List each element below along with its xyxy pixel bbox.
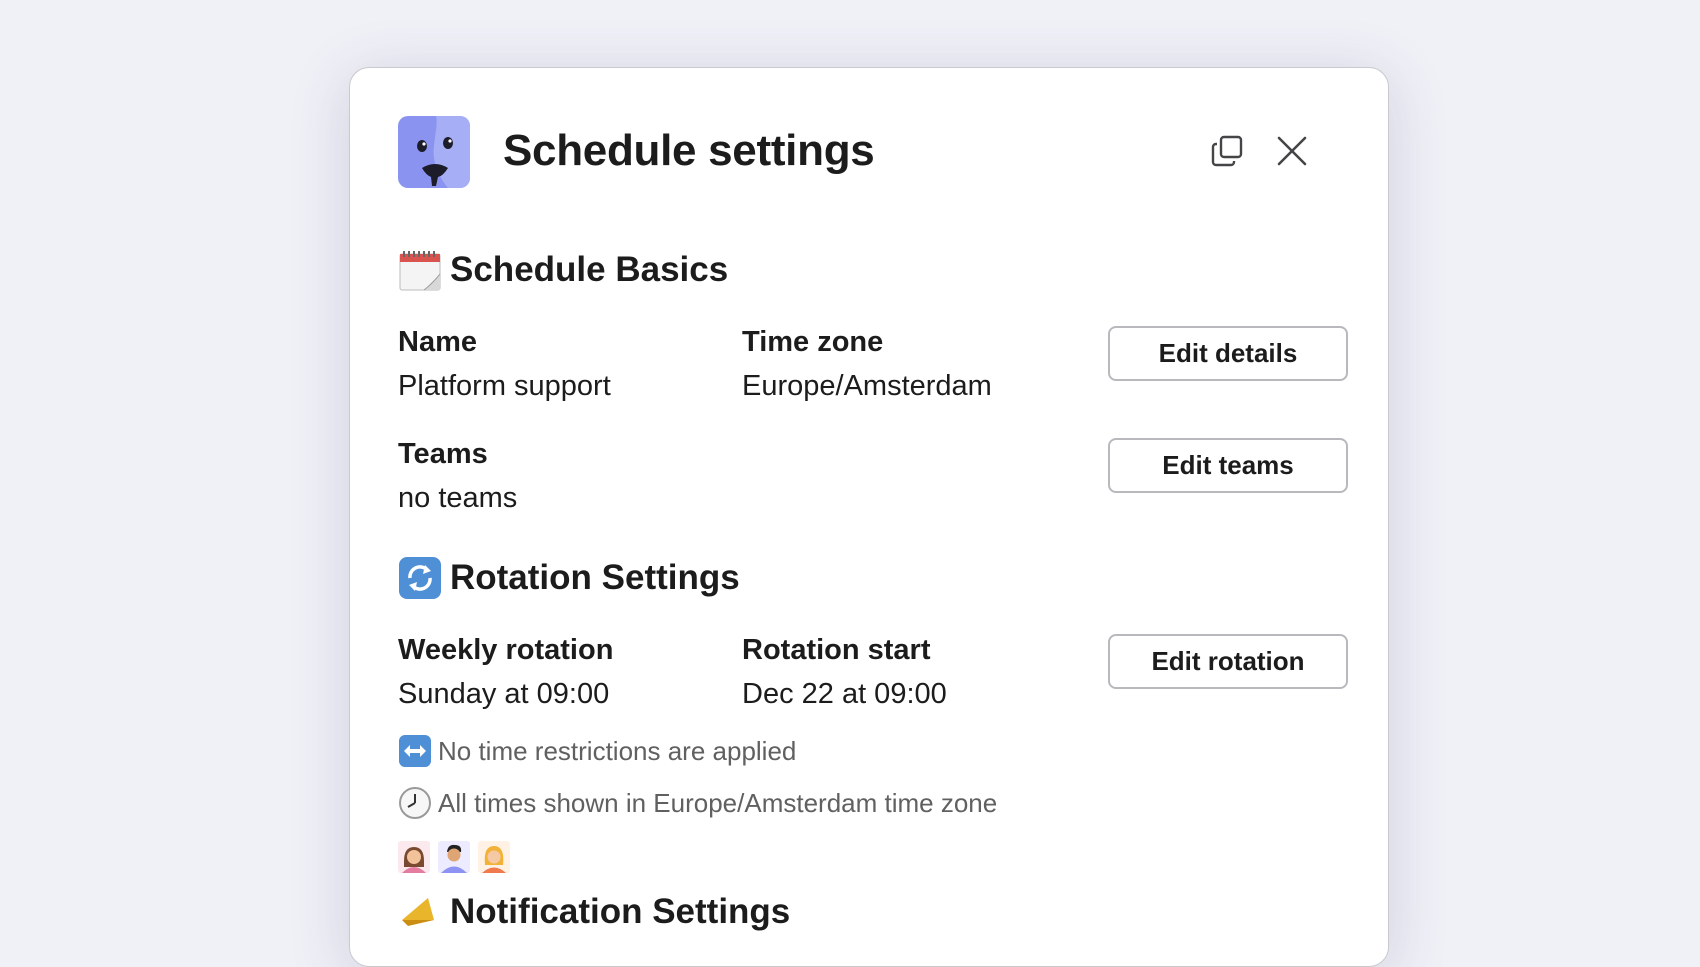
timezone-note: All times shown in Europe/Amsterdam time… bbox=[398, 786, 997, 820]
rotation-start-value: Dec 22 at 09:00 bbox=[742, 678, 947, 710]
edit-rotation-button[interactable]: Edit rotation bbox=[1108, 634, 1348, 689]
section-heading-text: Notification Settings bbox=[450, 892, 791, 931]
modal-header: Schedule settings bbox=[398, 116, 1340, 190]
avatar[interactable] bbox=[398, 841, 430, 873]
teams-value: no teams bbox=[398, 482, 518, 514]
notification-settings-heading: Notification Settings bbox=[398, 888, 1348, 936]
schedule-basics-section: Schedule Basics Name Platform support Ti… bbox=[398, 246, 1348, 586]
rotation-settings-heading: Rotation Settings bbox=[398, 554, 1348, 602]
clock-icon bbox=[399, 787, 431, 819]
weekly-rotation-field: Weekly rotation Sunday at 09:00 bbox=[398, 632, 613, 712]
edit-details-button[interactable]: Edit details bbox=[1108, 326, 1348, 381]
timezone-note-text: All times shown in Europe/Amsterdam time… bbox=[438, 787, 998, 818]
modal-title: Schedule settings bbox=[503, 126, 875, 175]
calendar-icon bbox=[399, 251, 441, 291]
section-heading-text: Schedule Basics bbox=[450, 250, 729, 289]
copy-button[interactable] bbox=[1204, 128, 1250, 174]
timezone-field: Time zone Europe/Amsterdam bbox=[742, 324, 992, 404]
rotation-start-field: Rotation start Dec 22 at 09:00 bbox=[742, 632, 947, 712]
weekly-rotation-label: Weekly rotation bbox=[398, 634, 614, 666]
notification-settings-section: Notification Settings bbox=[398, 888, 1348, 948]
teams-label: Teams bbox=[398, 438, 488, 470]
name-label: Name bbox=[398, 326, 477, 358]
rotation-start-label: Rotation start bbox=[742, 634, 931, 666]
restrictions-note-text: No time restrictions are applied bbox=[438, 735, 797, 766]
edit-teams-button[interactable]: Edit teams bbox=[1108, 438, 1348, 493]
app-logo bbox=[398, 116, 470, 188]
name-field: Name Platform support bbox=[398, 324, 611, 404]
restrictions-note: No time restrictions are applied bbox=[398, 734, 796, 768]
timezone-value: Europe/Amsterdam bbox=[742, 370, 992, 402]
copy-icon bbox=[1211, 135, 1243, 167]
avatar[interactable] bbox=[438, 841, 470, 873]
rotation-members bbox=[398, 841, 510, 873]
close-button[interactable] bbox=[1269, 128, 1315, 174]
schedule-settings-modal: Schedule settings Schedule Basics Name P… bbox=[349, 67, 1389, 967]
avatar[interactable] bbox=[478, 841, 510, 873]
repeat-arrows-icon bbox=[399, 557, 441, 599]
weekly-rotation-value: Sunday at 09:00 bbox=[398, 678, 610, 710]
name-value: Platform support bbox=[398, 370, 611, 402]
timezone-label: Time zone bbox=[742, 326, 884, 358]
section-heading-text: Rotation Settings bbox=[450, 558, 740, 597]
schedule-basics-heading: Schedule Basics bbox=[398, 246, 1348, 294]
close-icon bbox=[1277, 136, 1307, 166]
left-right-arrow-icon bbox=[399, 735, 431, 767]
megaphone-icon bbox=[402, 898, 434, 926]
rotation-settings-section: Rotation Settings Weekly rotation Sunday… bbox=[398, 554, 1348, 944]
teams-field: Teams no teams bbox=[398, 436, 517, 516]
